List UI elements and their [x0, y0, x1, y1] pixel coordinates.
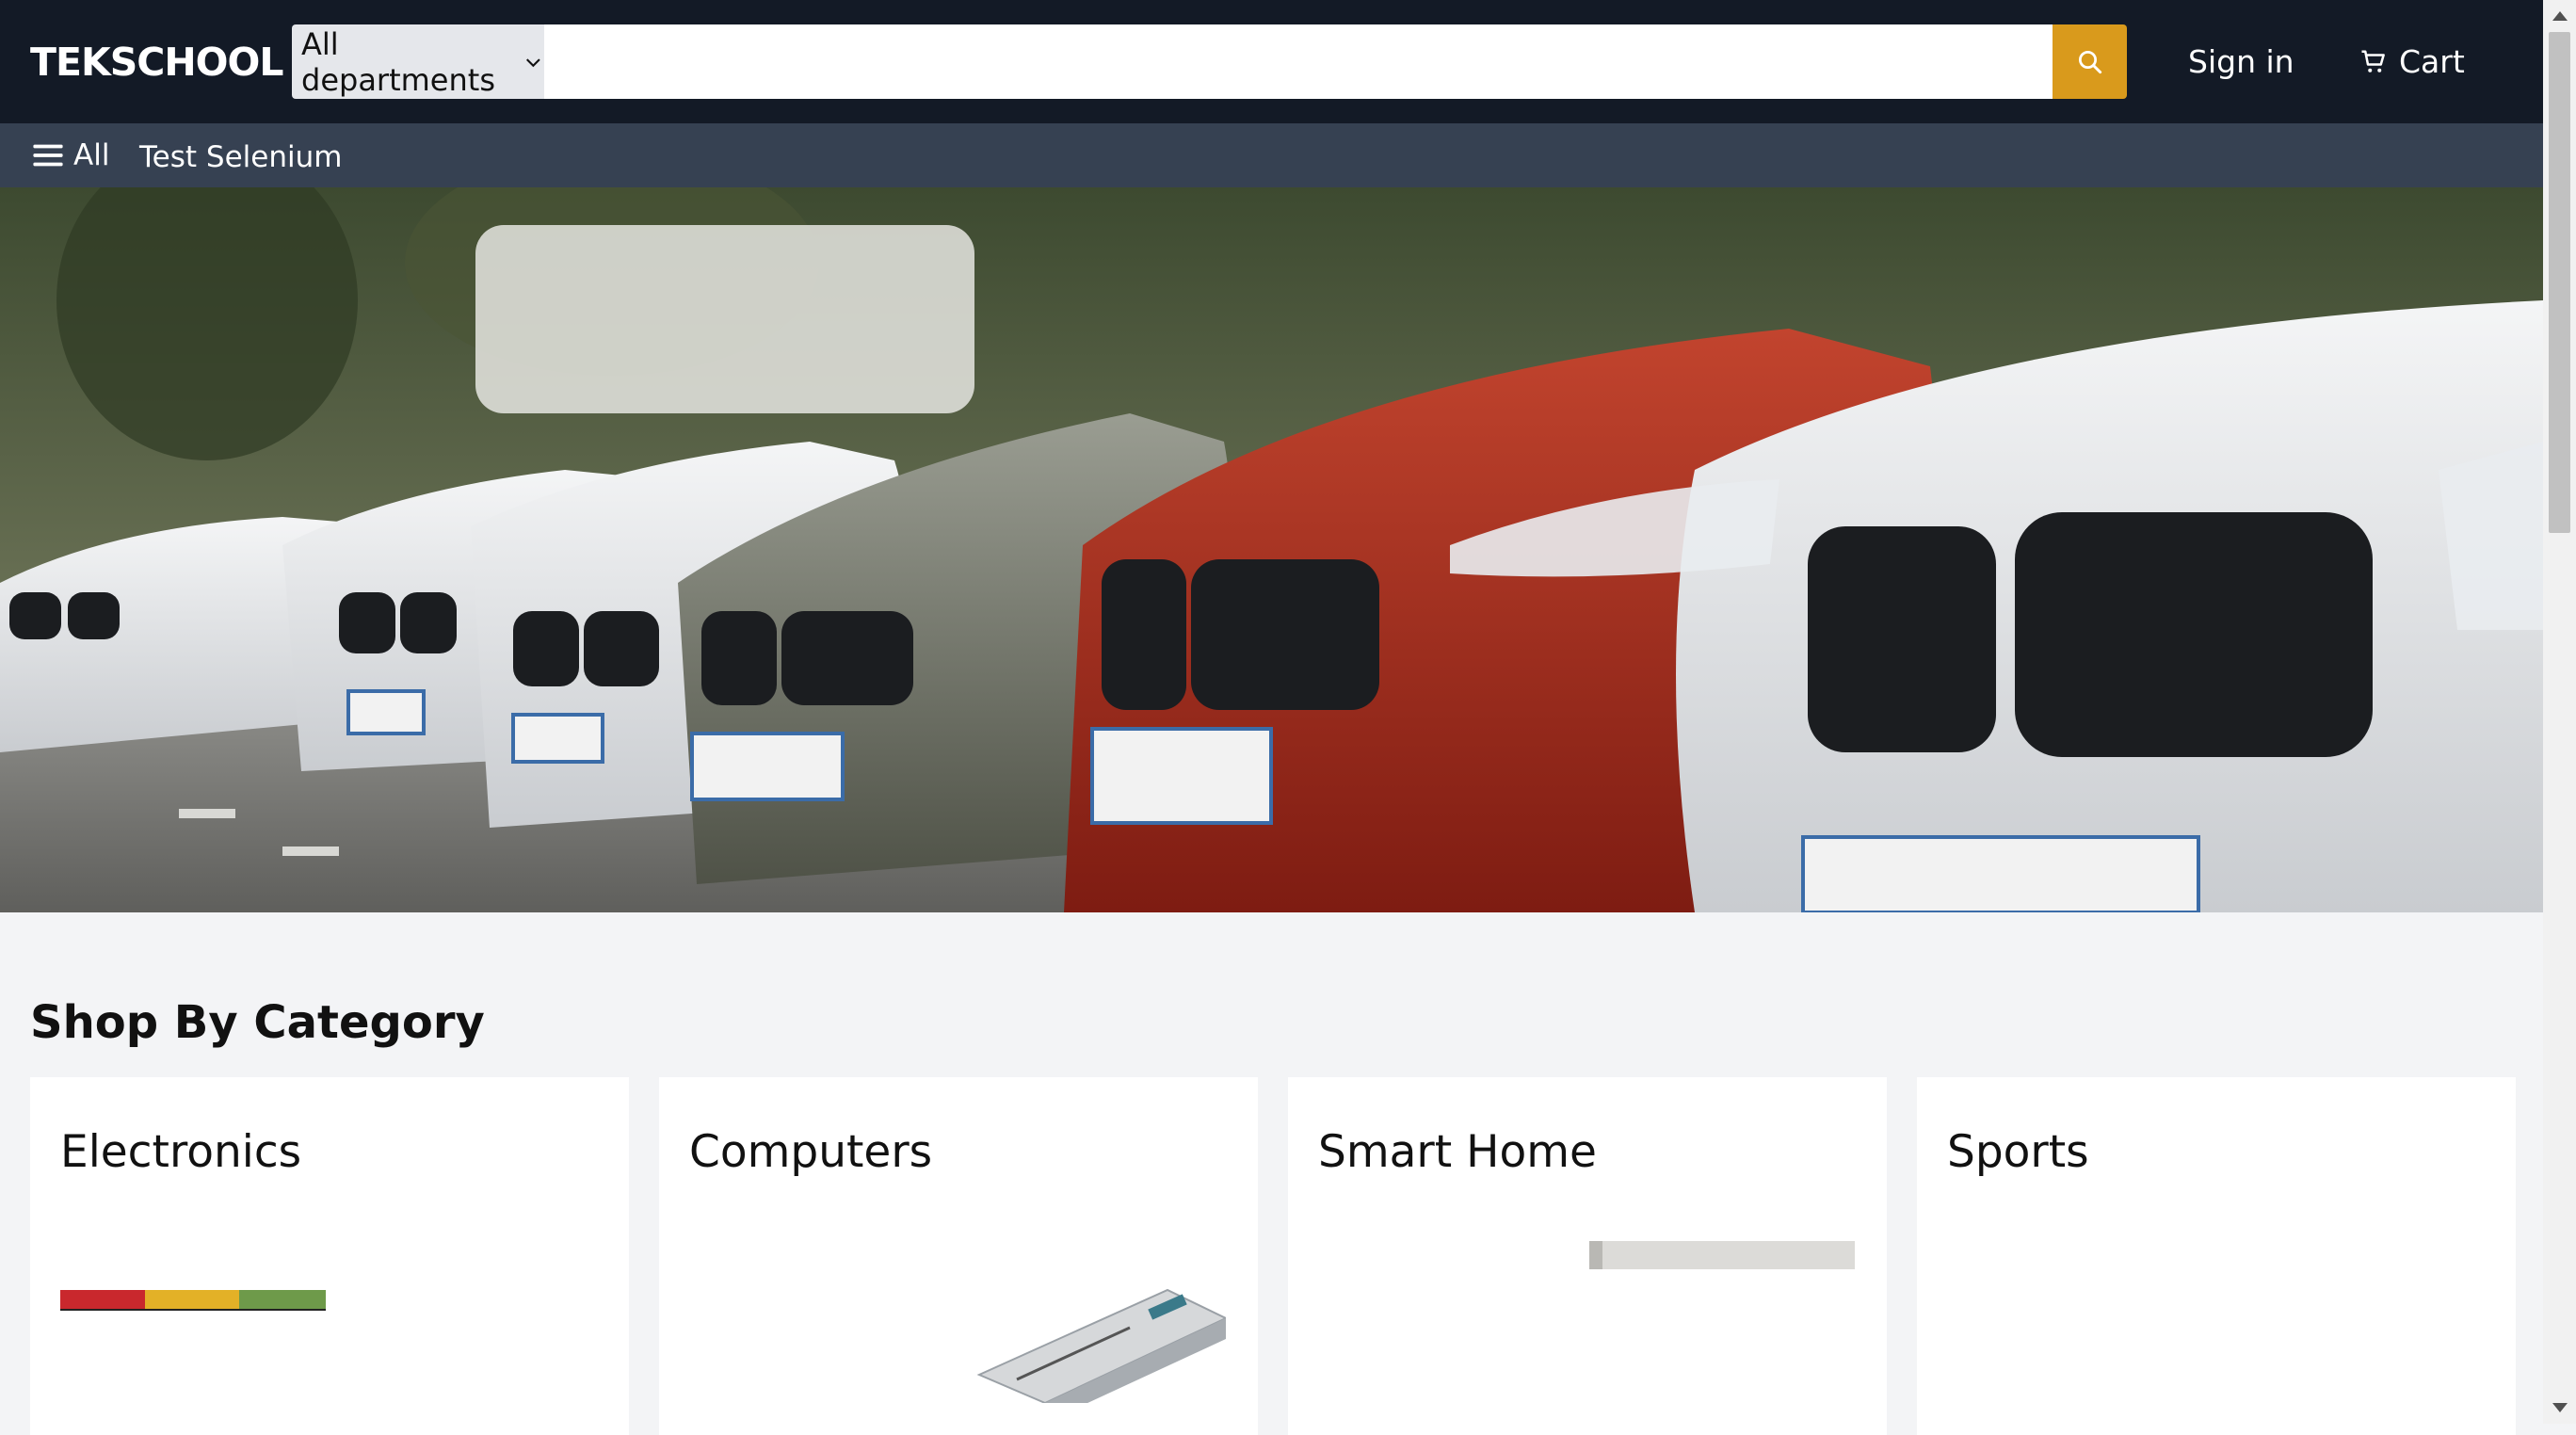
hero-banner	[0, 187, 2543, 912]
cart-label: Cart	[2399, 43, 2465, 80]
scroll-thumb[interactable]	[2549, 32, 2570, 533]
cart-icon	[2361, 50, 2385, 73]
scroll-up-arrow-icon[interactable]	[2552, 11, 2568, 21]
hamburger-menu-icon	[33, 144, 63, 167]
search-icon	[2078, 50, 2101, 73]
smart-home-product-image	[1589, 1241, 1855, 1269]
scroll-down-arrow-icon[interactable]	[2552, 1403, 2568, 1412]
category-title: Smart Home	[1318, 1126, 1597, 1178]
category-card-computers[interactable]: Computers	[659, 1077, 1258, 1435]
category-card-smart-home[interactable]: Smart Home	[1288, 1077, 1887, 1435]
category-card-sports[interactable]: Sports	[1917, 1077, 2516, 1435]
search-input[interactable]	[544, 24, 2053, 99]
search-button[interactable]	[2053, 24, 2127, 99]
category-title: Computers	[689, 1126, 933, 1178]
top-header: TEKSCHOOL All departments Sign in Cart	[0, 0, 2543, 123]
sub-navigation: All Test Selenium	[0, 123, 2543, 187]
electronics-product-image	[60, 1290, 326, 1311]
all-menu-button[interactable]: All	[32, 138, 109, 172]
computers-product-image	[976, 1288, 1226, 1403]
sign-in-link[interactable]: Sign in	[2188, 43, 2294, 80]
category-card-electronics[interactable]: Electronics	[30, 1077, 629, 1435]
cart-link[interactable]: Cart	[2359, 43, 2465, 80]
category-title: Sports	[1947, 1126, 2089, 1178]
hero-cars-image	[0, 187, 2543, 912]
page-scrollbar[interactable]	[2543, 0, 2576, 1424]
department-select-value: All departments	[301, 25, 495, 98]
chevron-down-icon	[526, 57, 541, 67]
department-select[interactable]: All departments	[292, 24, 544, 99]
shop-by-category-title: Shop By Category	[30, 996, 485, 1049]
all-menu-label: All	[73, 138, 110, 172]
nav-link-test-selenium[interactable]: Test Selenium	[139, 140, 342, 174]
site-logo[interactable]: TEKSCHOOL	[30, 40, 284, 85]
category-title: Electronics	[60, 1126, 302, 1178]
